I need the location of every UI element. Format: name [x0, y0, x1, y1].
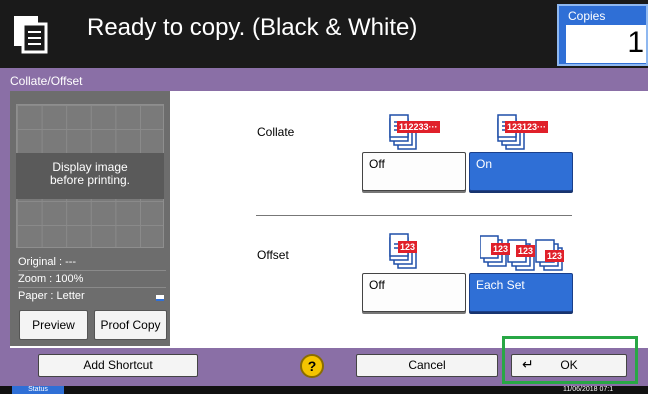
- section-divider: [256, 215, 572, 216]
- preview-button[interactable]: Preview: [19, 310, 88, 340]
- zoom-info: Zoom : 100%: [18, 273, 84, 285]
- preview-message: Display image before printing.: [49, 160, 131, 187]
- copies-field[interactable]: 1: [566, 25, 646, 63]
- offset-off-badge: 123: [398, 241, 418, 253]
- status-tab[interactable]: Status: [12, 386, 64, 394]
- status-bar: [0, 386, 648, 394]
- offset-each-set-button[interactable]: Each Set: [469, 273, 573, 312]
- proof-copy-button[interactable]: Proof Copy: [94, 310, 167, 340]
- copy-function-icon: [14, 16, 48, 54]
- offset-set2-badge: 123: [516, 245, 536, 257]
- status-datetime: 11/06/2018 07:1: [563, 386, 614, 393]
- ok-highlight-frame: [502, 336, 638, 384]
- help-icon[interactable]: ?: [300, 354, 324, 378]
- collate-on-badge: 123123···: [505, 121, 549, 133]
- panel-title: Collate/Offset: [10, 74, 83, 88]
- add-shortcut-button[interactable]: Add Shortcut: [38, 354, 198, 377]
- offset-set1-badge: 123: [491, 243, 511, 255]
- offset-off-button[interactable]: Off: [362, 273, 466, 312]
- collate-label: Collate: [257, 125, 295, 139]
- info-divider: [18, 287, 166, 288]
- paper-info: Paper : Letter: [18, 290, 85, 302]
- offset-set3-badge: 123: [545, 250, 565, 262]
- collate-off-badge: 112233···: [397, 121, 440, 133]
- header-bar: Ready to copy. (Black & White) Copies 1: [0, 0, 648, 68]
- offset-label: Offset: [257, 248, 289, 262]
- copies-label: Copies: [568, 9, 606, 23]
- preview-message-box: Display image before printing.: [16, 153, 164, 199]
- cancel-button[interactable]: Cancel: [356, 354, 498, 377]
- collate-on-button[interactable]: On: [469, 152, 573, 191]
- status-title: Ready to copy. (Black & White): [87, 14, 418, 41]
- collate-off-button[interactable]: Off: [362, 152, 466, 191]
- info-divider: [18, 270, 166, 271]
- copies-display[interactable]: Copies 1: [557, 4, 648, 66]
- copies-value: 1: [627, 26, 644, 59]
- paper-orientation-icon: [156, 295, 164, 301]
- original-info: Original : ---: [18, 256, 77, 268]
